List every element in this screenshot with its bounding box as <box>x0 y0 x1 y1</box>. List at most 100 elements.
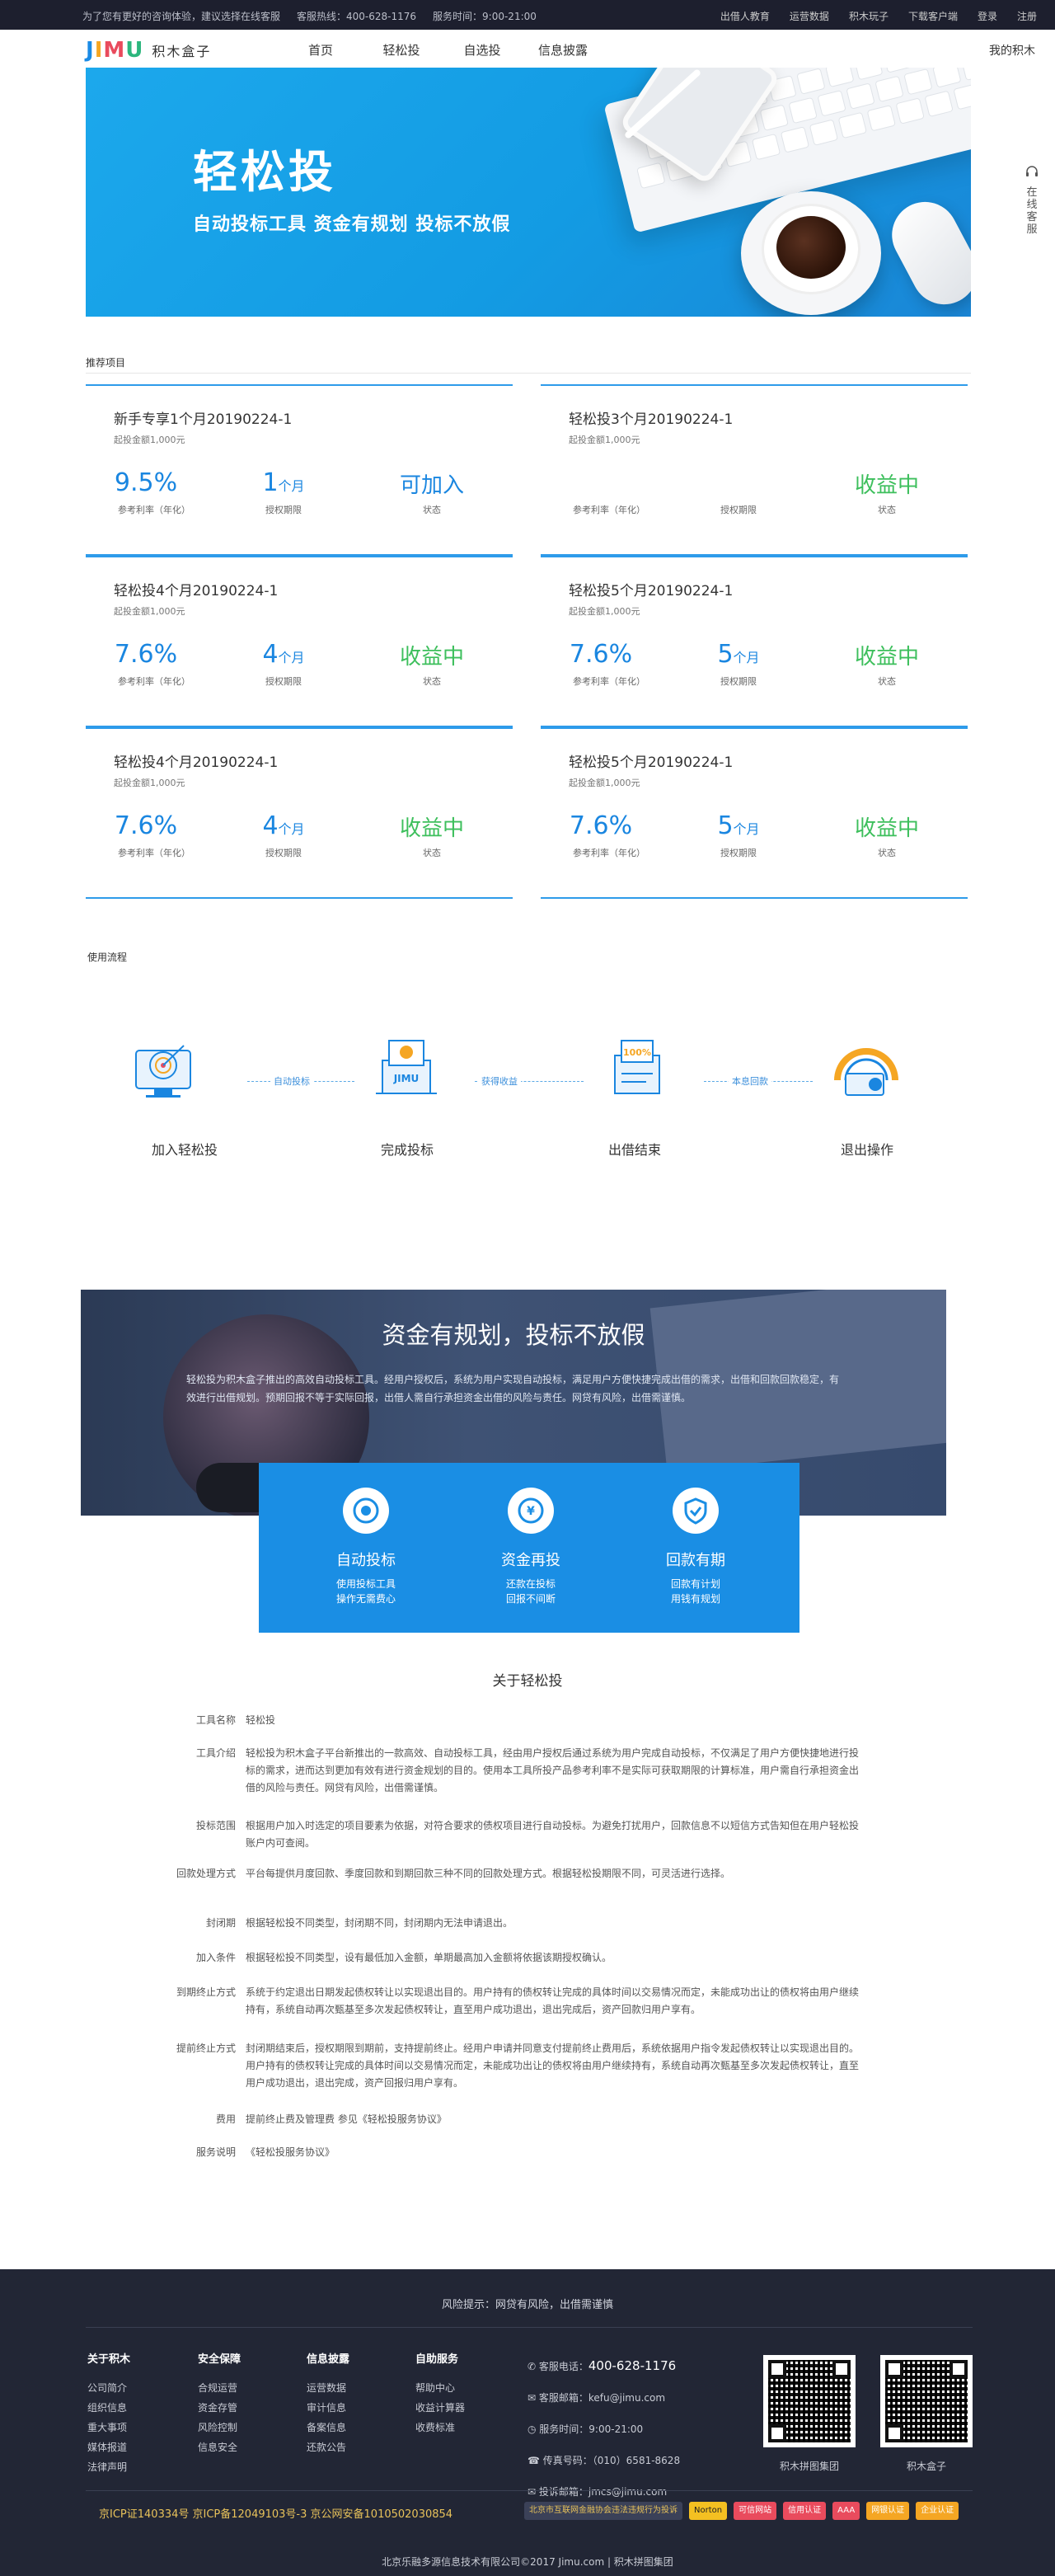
topbar-link-operation-data[interactable]: 运营数据 <box>790 9 829 23</box>
about-row-key: 到期终止方式 <box>176 1986 236 1998</box>
my-account-link[interactable]: 我的积木 <box>989 42 1035 59</box>
footer: 风险提示：网贷有风险，出借需谨慎 关于积木 公司简介 组织信息 重大事项 媒体报… <box>0 2269 1055 2576</box>
footer-col-about: 关于积木 公司简介 组织信息 重大事项 媒体报道 法律声明 <box>87 2350 130 2477</box>
badge-credit[interactable]: 信用认证 <box>783 2502 827 2520</box>
project-card[interactable]: 轻松投4个月20190224-1 起投金额1,000元 7.6% 参考利率（年化） 4个… <box>86 556 513 727</box>
footer-col-heading: 安全保障 <box>198 2353 241 2366</box>
project-name[interactable]: 轻松投5个月20190224-1 <box>569 579 733 599</box>
login-link[interactable]: 登录 <box>978 9 997 23</box>
status-value: 可加入 <box>399 473 464 498</box>
project-card[interactable]: 轻松投5个月20190224-1 起投金额1,000元 7.6% 参考利率（年化） 5个… <box>541 556 968 727</box>
topbar-hotline: 客服热线：400-628-1176 <box>297 11 417 22</box>
qr-label-group: 积木拼图集团 <box>779 2461 839 2472</box>
flow-arrow-3-label: 本息回款 <box>729 1074 771 1088</box>
footer-link[interactable]: 帮助中心 <box>415 2378 465 2398</box>
about-row-value[interactable]: 《轻松投服务协议》 <box>246 2144 865 2161</box>
rate-label: 参考利率（年化） <box>573 676 645 687</box>
recommend-divider <box>86 373 971 374</box>
about-row-key: 费用 <box>215 2113 236 2125</box>
online-service-button[interactable]: 在线客服 <box>1022 165 1042 236</box>
copyright: 北京乐融多源信息技术有限公司©2017 Jimu.com | 积木拼图集团 <box>382 2556 673 2568</box>
nav-item-self-select[interactable]: 自选投 <box>442 41 523 59</box>
footer-link[interactable]: 重大事项 <box>87 2418 130 2437</box>
project-card[interactable]: 轻松投3个月20190224-1 起投金额1,000元 参考利率（年化） 授权期限 收益… <box>541 384 968 556</box>
nav-item-home[interactable]: 首页 <box>280 41 361 59</box>
contact-fax: 传真号码：（010）6581-8628 <box>542 2455 681 2466</box>
contact-email[interactable]: 客服邮箱：kefu@jimu.com <box>539 2392 665 2404</box>
about-title: 关于轻松投 <box>492 1673 563 1690</box>
footer-link[interactable]: 备案信息 <box>307 2418 349 2437</box>
footer-link[interactable]: 媒体报道 <box>87 2437 130 2457</box>
topbar-link-jimu-play[interactable]: 积木玩子 <box>849 9 889 23</box>
badge-norton[interactable]: Norton <box>689 2502 728 2520</box>
status-value: 收益中 <box>854 816 919 841</box>
footer-link[interactable]: 风险控制 <box>198 2418 241 2437</box>
period-unit: 个月 <box>278 650 305 665</box>
footer-link[interactable]: 合规运营 <box>198 2378 241 2398</box>
flow-step-complete: 完成投标 <box>380 1142 434 1158</box>
footer-col-heading: 关于积木 <box>87 2353 131 2366</box>
flow-step-end: 出借结束 <box>607 1142 661 1158</box>
icp-info[interactable]: 京ICP证140334号 京ICP备12049103号-3 京公网安备10105… <box>99 2505 452 2521</box>
coin-icon: ¥ <box>508 1488 554 1534</box>
nav-item-disclosure[interactable]: 信息披露 <box>523 41 603 59</box>
about-row-key: 工具介绍 <box>195 1747 236 1759</box>
footer-link[interactable]: 审计信息 <box>307 2398 349 2418</box>
footer-link[interactable]: 公司简介 <box>87 2378 130 2398</box>
project-card[interactable]: 新手专享1个月20190224-1 起投金额1,000元 9.5% 参考利率（年化） 1… <box>86 384 513 556</box>
project-name[interactable]: 轻松投5个月20190224-1 <box>569 750 733 771</box>
topbar-link-download-app[interactable]: 下载客户端 <box>908 9 958 23</box>
project-name[interactable]: 轻松投4个月20190224-1 <box>114 750 278 771</box>
footer-link[interactable]: 资金存管 <box>198 2398 241 2418</box>
jimu-logo[interactable]: JIMU 积木盒子 <box>86 38 211 63</box>
footer-col-heading: 自助服务 <box>415 2353 459 2366</box>
about-row-value: 根据轻松投不同类型，封闭期不同，封闭期内无法申请退出。 <box>246 1917 513 1929</box>
footer-col-disclosure: 信息披露 运营数据 审计信息 备案信息 还款公告 <box>307 2350 349 2457</box>
footer-link[interactable]: 信息安全 <box>198 2437 241 2457</box>
badge-enterprise[interactable]: 企业认证 <box>916 2502 959 2520</box>
about-row-key: 提前终止方式 <box>176 2042 236 2054</box>
footer-col-self-service: 自助服务 帮助中心 收益计算器 收费标准 <box>415 2350 465 2437</box>
feature-line2: 操作无需费心 <box>335 1593 396 1605</box>
register-link[interactable]: 注册 <box>1017 9 1037 23</box>
target-icon <box>343 1488 389 1534</box>
footer-col-heading: 信息披露 <box>307 2353 350 2366</box>
rate-label: 参考利率（年化） <box>573 505 645 515</box>
complete-flow-icon: JIMU <box>361 1022 452 1113</box>
period-unit: 个月 <box>278 478 305 494</box>
project-name[interactable]: 轻松投4个月20190224-1 <box>114 579 278 599</box>
project-card[interactable]: 轻松投4个月20190224-1 起投金额1,000元 7.6% 参考利率（年化） 4个… <box>86 727 513 899</box>
footer-link[interactable]: 收费标准 <box>415 2418 465 2437</box>
period-value: 4个月 <box>251 811 316 840</box>
period-label: 授权期限 <box>265 505 302 515</box>
about-row-key: 加入条件 <box>195 1952 236 1963</box>
footer-link[interactable]: 还款公告 <box>307 2437 349 2457</box>
project-card[interactable]: 轻松投5个月20190224-1 起投金额1,000元 7.6% 参考利率（年化） 5个… <box>541 727 968 899</box>
band-title: 资金有规划，投标不放假 <box>382 1321 645 1349</box>
flow-step-join: 加入轻松投 <box>151 1142 218 1158</box>
status-label: 状态 <box>423 848 441 858</box>
footer-link[interactable]: 运营数据 <box>307 2378 349 2398</box>
footer-link[interactable]: 组织信息 <box>87 2398 130 2418</box>
badge-bank[interactable]: 网银认证 <box>866 2502 910 2520</box>
badge-complaint[interactable]: 北京市互联网金融协会违法违规行为投诉 <box>524 2502 682 2520</box>
period-number: 5 <box>717 811 734 840</box>
badge-trusted[interactable]: 可信网站 <box>734 2502 777 2520</box>
flow-arrow-2-label: 获得收益 <box>478 1074 521 1088</box>
badge-aaa[interactable]: AAA <box>832 2502 860 2520</box>
main-nav: JIMU 积木盒子 首页 轻松投 自选投 信息披露 我的积木 <box>0 30 1055 68</box>
project-name[interactable]: 轻松投3个月20190224-1 <box>569 407 733 428</box>
period-value: 1个月 <box>251 468 316 497</box>
nav-item-easy-invest[interactable]: 轻松投 <box>361 41 442 59</box>
topbar-notice: 为了您有更好的咨询体验，建议选择在线客服 <box>82 11 281 22</box>
contact-complaint[interactable]: 投诉邮箱：jmcs@jimu.com <box>539 2486 667 2498</box>
topbar-link-education[interactable]: 出借人教育 <box>720 9 770 23</box>
cert-badges: 北京市互联网金融协会违法违规行为投诉 Norton 可信网站 信用认证 AAA … <box>524 2502 959 2520</box>
footer-link[interactable]: 收益计算器 <box>415 2398 465 2418</box>
period-value: 5个月 <box>706 640 771 669</box>
about-row-value[interactable]: 提前终止费及管理费 参见《轻松投服务协议》 <box>246 2111 865 2128</box>
period-label: 授权期限 <box>720 676 757 687</box>
period-label: 授权期限 <box>265 676 302 687</box>
project-name[interactable]: 新手专享1个月20190224-1 <box>114 407 292 428</box>
footer-link[interactable]: 法律声明 <box>87 2457 130 2477</box>
